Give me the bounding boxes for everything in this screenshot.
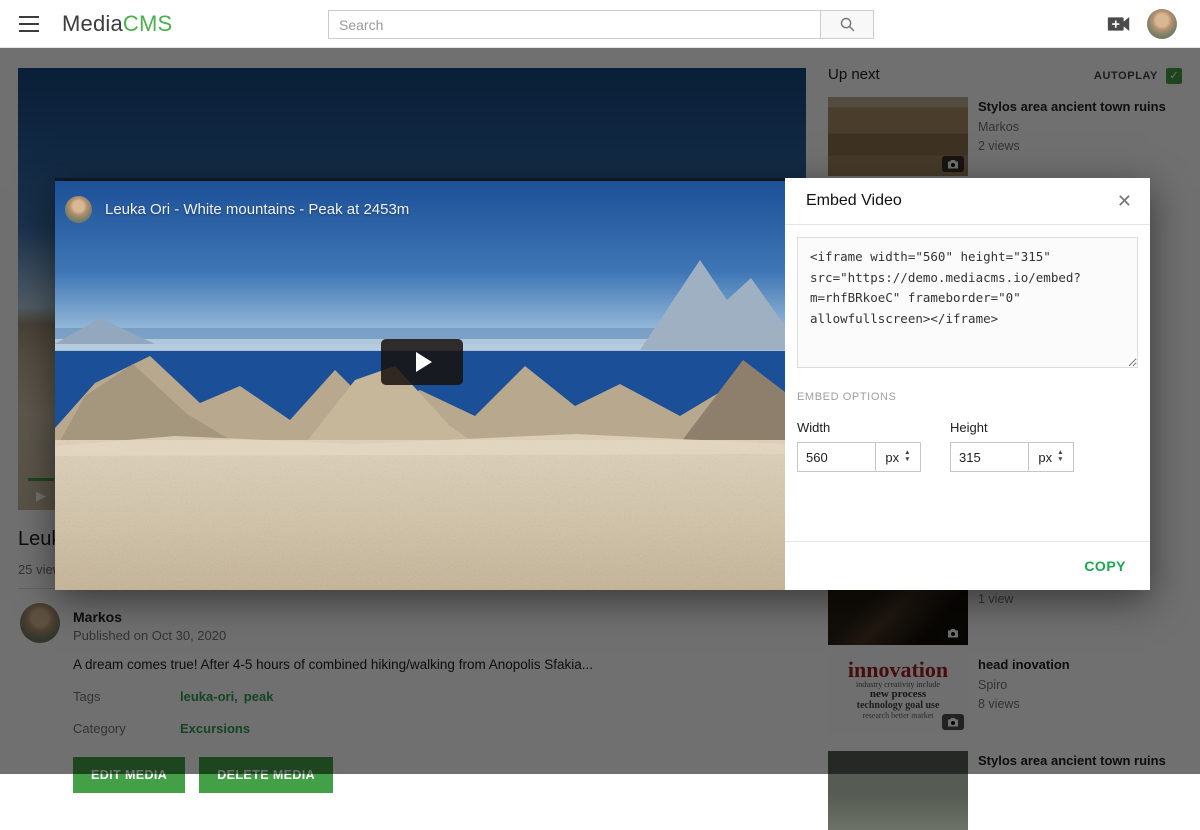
spinner-arrows-icon: ▲▼ <box>904 450 910 464</box>
play-button[interactable] <box>381 339 463 385</box>
preview-header: Leuka Ori - White mountains - Peak at 24… <box>65 196 409 223</box>
close-icon[interactable]: ✕ <box>1117 192 1132 210</box>
app-logo[interactable]: MediaCMS <box>62 11 172 37</box>
embed-video-preview[interactable]: Leuka Ori - White mountains - Peak at 24… <box>55 178 785 590</box>
copy-button[interactable]: COPY <box>1084 558 1126 574</box>
embed-code-textarea[interactable]: <iframe width="560" height="315" src="ht… <box>797 237 1138 368</box>
top-app-bar: MediaCMS <box>0 0 1200 48</box>
unit-value: px <box>1038 450 1052 465</box>
width-unit-select[interactable]: px ▲▼ <box>875 442 921 472</box>
logo-text-media: Media <box>62 11 123 36</box>
embed-options-label: EMBED OPTIONS <box>797 391 896 403</box>
logo-text-cms: CMS <box>123 11 173 36</box>
upload-media-icon[interactable] <box>1106 12 1132 36</box>
dialog-title: Embed Video <box>806 192 1117 210</box>
dialog-header: Embed Video ✕ <box>785 178 1150 225</box>
search-input[interactable] <box>328 10 820 39</box>
search-button[interactable] <box>820 10 874 39</box>
play-icon <box>416 352 432 372</box>
embed-popup: Leuka Ori - White mountains - Peak at 24… <box>55 178 1150 590</box>
embed-dialog: Embed Video ✕ <iframe width="560" height… <box>785 178 1150 590</box>
height-unit-select[interactable]: px ▲▼ <box>1028 442 1074 472</box>
search-icon <box>839 16 856 33</box>
height-label: Height <box>950 420 1074 435</box>
height-field: Height px ▲▼ <box>950 420 1074 472</box>
height-input[interactable] <box>950 442 1028 472</box>
search-form <box>328 10 874 39</box>
width-field: Width px ▲▼ <box>797 420 921 472</box>
unit-value: px <box>885 450 899 465</box>
spinner-arrows-icon: ▲▼ <box>1057 450 1063 464</box>
player-top-edge <box>55 178 785 181</box>
menu-icon[interactable] <box>19 16 39 32</box>
width-input[interactable] <box>797 442 875 472</box>
preview-video-title[interactable]: Leuka Ori - White mountains - Peak at 24… <box>105 201 409 218</box>
user-avatar[interactable] <box>1147 9 1177 39</box>
width-label: Width <box>797 420 921 435</box>
dialog-footer: COPY <box>785 541 1150 590</box>
preview-author-avatar[interactable] <box>65 196 92 223</box>
